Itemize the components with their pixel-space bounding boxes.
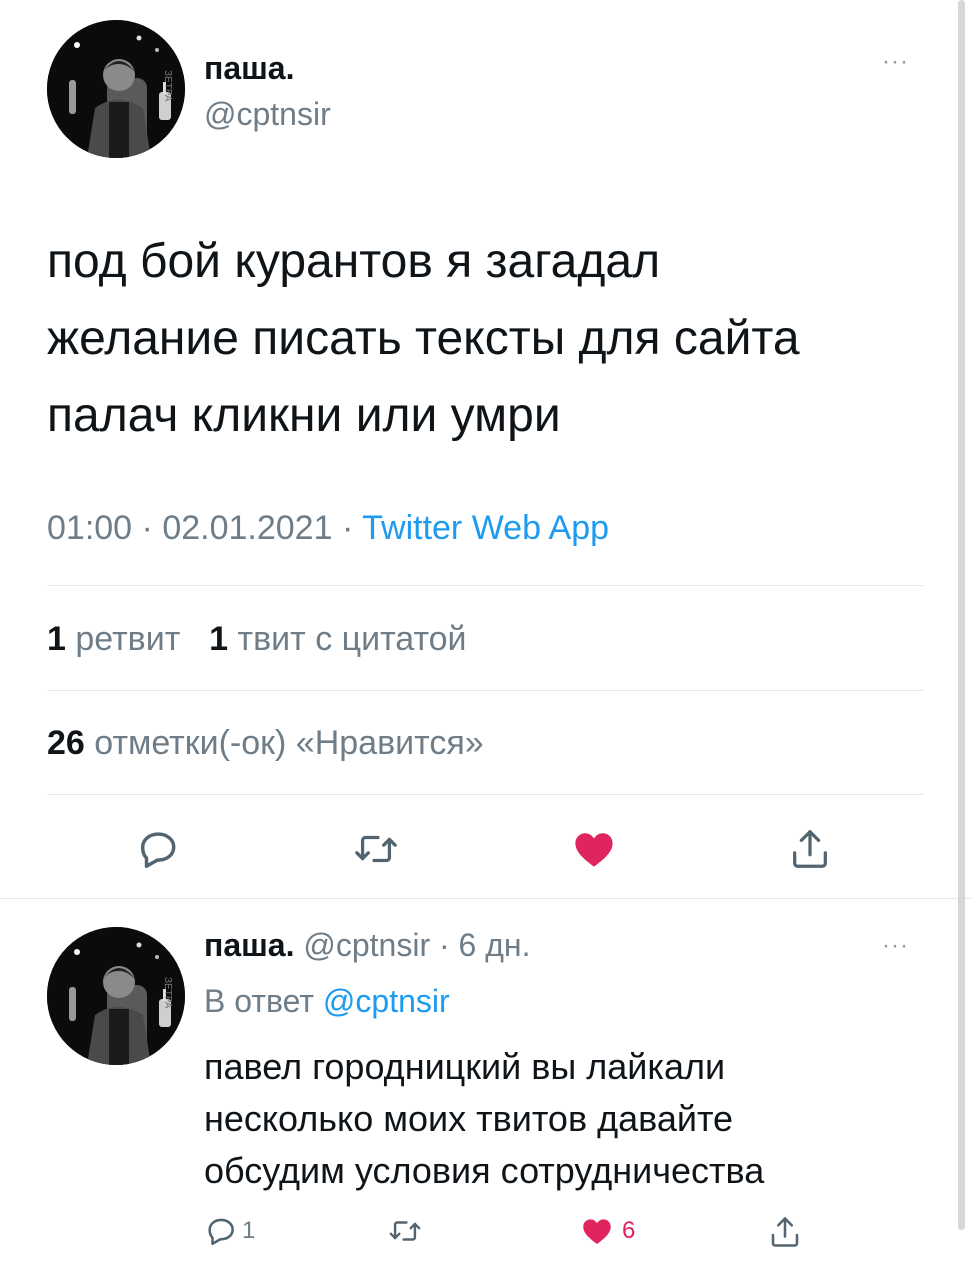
retweet-icon	[355, 835, 397, 863]
tweet-age[interactable]: 6 дн.	[459, 927, 531, 963]
reply-icon	[208, 1218, 234, 1246]
section-divider	[0, 898, 971, 899]
share-button[interactable]	[767, 1214, 803, 1250]
tweet-time[interactable]: 01:00	[47, 509, 132, 547]
likes-count: 26	[47, 724, 85, 762]
tweet-text: под бой курантов я загадал желание писат…	[47, 223, 947, 454]
tweet-text-line: желание писать тексты для сайта	[47, 312, 800, 365]
divider	[47, 794, 924, 795]
avatar-photo: ЗЕТРА	[47, 20, 185, 158]
author-name[interactable]: паша.	[204, 50, 294, 87]
like-count: 6	[622, 1217, 636, 1244]
header-separator: ·	[439, 927, 450, 963]
reply-prefix: В ответ	[204, 983, 315, 1019]
retweet-icon	[389, 1221, 421, 1241]
tweet-text-line: палач кликни или умри	[47, 389, 561, 442]
reply-text-line: павел городницкий вы лайкали	[204, 1046, 726, 1087]
quotes-stat[interactable]: 1 твит с цитатой	[209, 620, 466, 658]
svg-text:ЗЕТРА: ЗЕТРА	[162, 70, 173, 102]
scrollbar[interactable]	[958, 0, 965, 1230]
author-handle[interactable]: @cptnsir	[204, 96, 331, 133]
reply-count: 1	[242, 1217, 256, 1244]
share-icon	[793, 830, 827, 868]
reply-button[interactable]: 1	[204, 1214, 255, 1248]
quotes-count: 1	[209, 620, 229, 658]
avatar[interactable]: ЗЕТРА	[47, 20, 185, 158]
more-icon[interactable]: ···	[882, 932, 909, 960]
quotes-label: твит с цитатой	[237, 620, 467, 658]
divider	[47, 690, 924, 691]
retweets-stat[interactable]: 1 ретвит	[47, 620, 190, 658]
share-button[interactable]	[787, 826, 833, 872]
meta-separator: ·	[141, 509, 153, 547]
like-button[interactable]: 6	[578, 1214, 635, 1248]
heart-icon	[583, 1219, 611, 1245]
reply-icon	[140, 832, 176, 868]
author-handle[interactable]: @cptnsir	[303, 927, 430, 963]
engagement-stats: 1 ретвит 1 твит с цитатой	[47, 620, 467, 659]
reply-text: павел городницкий вы лайкали несколько м…	[204, 1041, 944, 1197]
retweets-count: 1	[47, 620, 66, 658]
retweet-button[interactable]	[352, 826, 400, 872]
retweets-label: ретвит	[75, 620, 181, 658]
svg-text:ЗЕТРА: ЗЕТРА	[162, 977, 173, 1009]
likes-label: отметки(-ок) «Нравится»	[94, 724, 484, 762]
tweet-meta: 01:00 · 02.01.2021 · Twitter Web App	[47, 509, 609, 548]
retweet-button[interactable]	[387, 1214, 423, 1248]
share-icon	[771, 1217, 799, 1247]
more-icon[interactable]: ···	[882, 48, 909, 76]
divider	[47, 585, 924, 586]
reply-to-link[interactable]: @cptnsir	[323, 983, 450, 1019]
replying-to: В ответ @cptnsir	[204, 983, 450, 1020]
heart-icon	[575, 833, 613, 867]
meta-separator: ·	[341, 509, 354, 547]
tweet-date[interactable]: 02.01.2021	[162, 509, 332, 547]
reply-header: паша. @cptnsir · 6 дн.	[204, 927, 530, 964]
tweet-source-link[interactable]: Twitter Web App	[362, 509, 609, 547]
likes-stat[interactable]: 26 отметки(-ок) «Нравится»	[47, 724, 484, 763]
like-button[interactable]	[570, 826, 618, 872]
avatar-photo: ЗЕТРА	[47, 927, 185, 1065]
author-name[interactable]: паша.	[204, 927, 294, 963]
reply-text-line: обсудим условия сотрудничества	[204, 1150, 765, 1191]
avatar[interactable]: ЗЕТРА	[47, 927, 185, 1065]
reply-button[interactable]	[135, 826, 181, 872]
tweet-text-line: под бой курантов я загадал	[47, 235, 661, 288]
reply-text-line: несколько моих твитов давайте	[204, 1098, 734, 1139]
